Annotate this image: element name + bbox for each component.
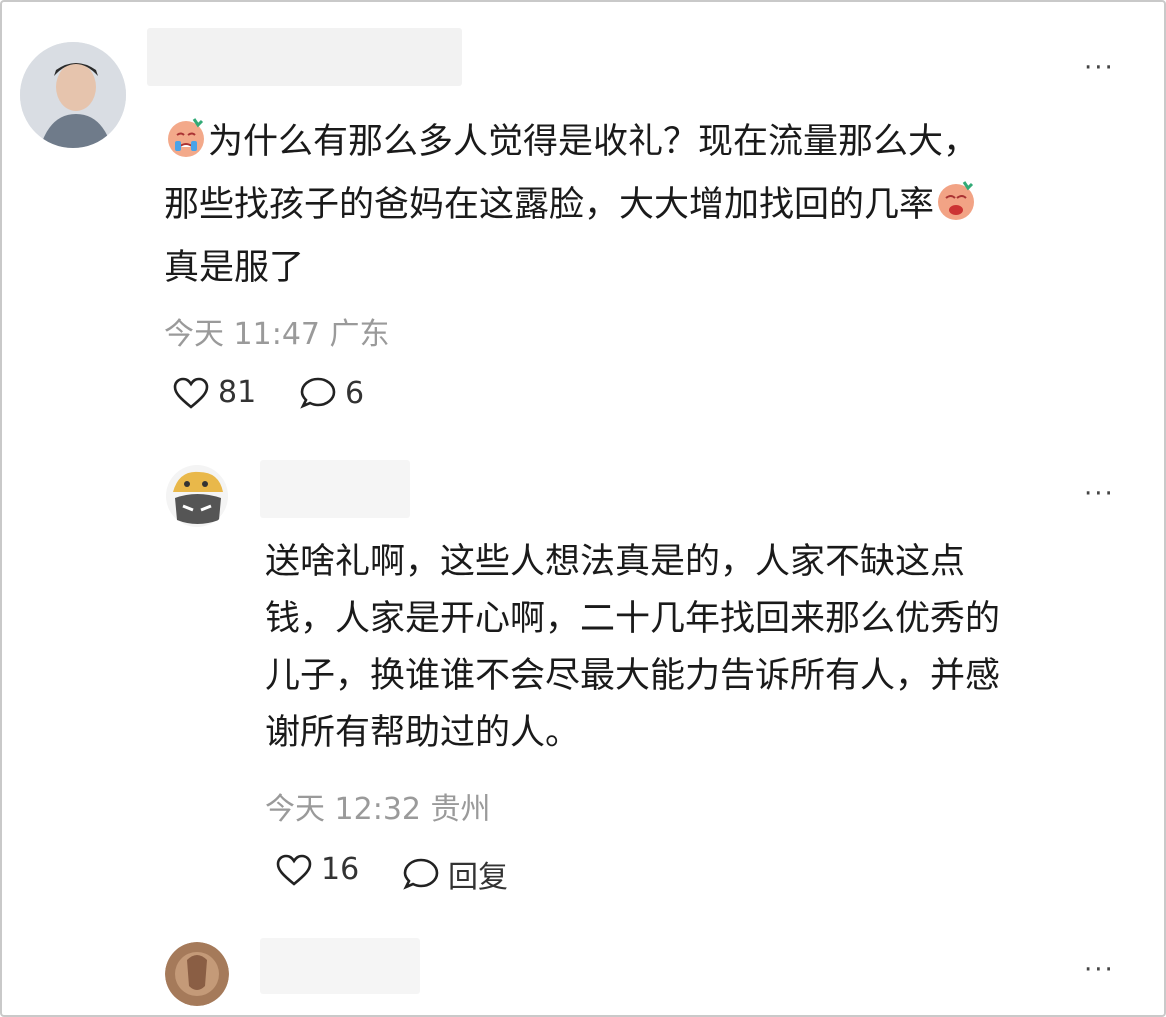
comment-body: 送啥礼啊，这些人想法真是的，人家不缺这点 钱，人家是开心啊，二十几年找回来那么优… (265, 534, 1125, 762)
heart-icon (276, 854, 312, 886)
like-count: 16 (321, 852, 360, 887)
comment-line: 谢所有帮助过的人。 (265, 713, 581, 753)
speech-bubble-icon (300, 377, 336, 409)
avatar[interactable] (165, 464, 229, 528)
username-redacted (147, 28, 462, 86)
reply-count: 6 (345, 375, 365, 411)
reply-label: 回复 (448, 860, 508, 895)
heart-icon (173, 377, 209, 409)
comment-thread: ··· 为什么有那么多人觉得是收礼？现在流量那么大， 那些找孩子的爸妈在这露脸，… (0, 0, 1166, 1017)
comment-line: 那些找孩子的爸妈在这露脸，大大增加找回的几率 (164, 185, 935, 225)
more-options-button[interactable]: ··· (1084, 55, 1115, 81)
username-redacted (260, 938, 420, 994)
like-count: 81 (218, 375, 257, 410)
avatar[interactable] (20, 42, 126, 148)
comment-line: 钱，人家是开心啊，二十几年找回来那么优秀的 (265, 599, 1001, 639)
speech-bubble-icon (403, 858, 439, 890)
like-button[interactable]: 81 (172, 375, 256, 410)
reply-button[interactable]: 回复 (402, 852, 508, 896)
more-options-button[interactable]: ··· (1084, 957, 1115, 983)
crying-face-emoji-icon (164, 115, 208, 177)
comment-line: 送啥礼啊，这些人想法真是的，人家不缺这点 (265, 542, 966, 582)
avatar[interactable] (165, 942, 229, 1006)
username-redacted (260, 460, 410, 518)
comment-line: 为什么有那么多人觉得是收礼？现在流量那么大， (208, 122, 979, 162)
comment-timestamp-location: 今天 12:32 贵州 (265, 792, 491, 827)
more-options-button[interactable]: ··· (1084, 481, 1115, 507)
comment-line: 儿子，换谁谁不会尽最大能力告诉所有人，并感 (265, 656, 1001, 696)
comment-button[interactable]: 6 (299, 375, 364, 411)
comment-body: 为什么有那么多人觉得是收礼？现在流量那么大， 那些找孩子的爸妈在这露脸，大大增加… (164, 114, 1114, 297)
comment-timestamp-location: 今天 11:47 广东 (164, 317, 390, 352)
sobbing-face-emoji-icon (934, 178, 978, 240)
comment-line: 真是服了 (164, 248, 305, 288)
like-button[interactable]: 16 (275, 852, 359, 887)
